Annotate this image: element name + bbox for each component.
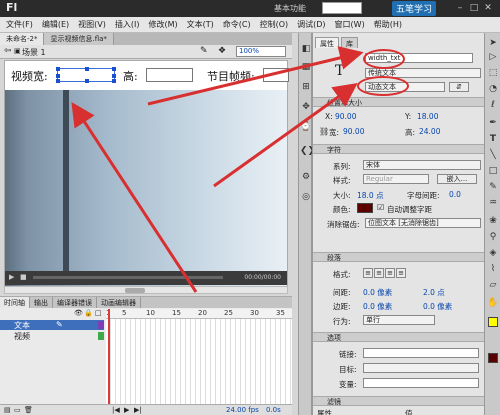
annotation-arrow — [71, 101, 198, 293]
annotation-arrow — [147, 46, 364, 106]
annotation-arrow — [213, 83, 358, 188]
annotation-arrows — [71, 46, 364, 293]
